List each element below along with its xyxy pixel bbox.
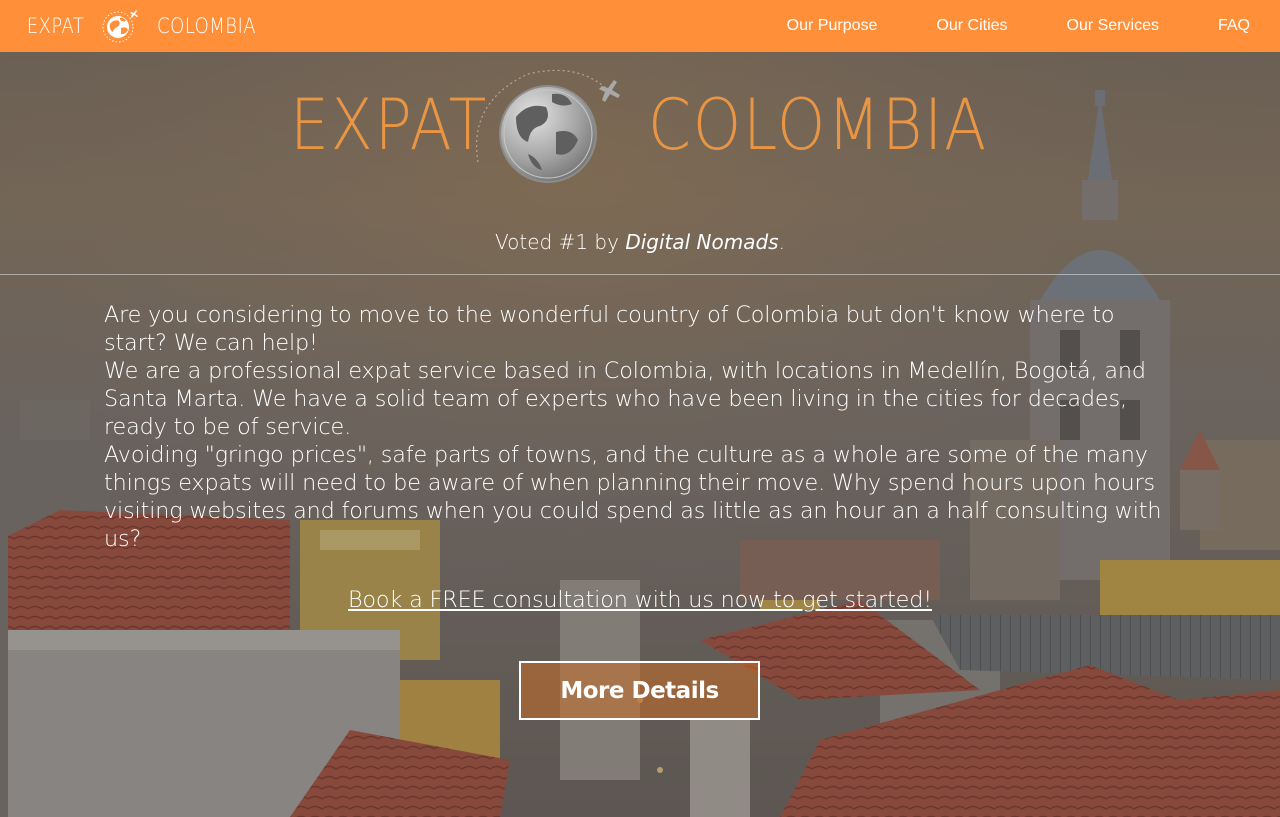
brand-expat-text: EXPAT	[26, 14, 85, 38]
nav-link-our-cities[interactable]: Our Cities	[936, 17, 1007, 35]
intro-paragraph: Avoiding "gringo prices", safe parts of …	[104, 442, 1162, 552]
globe-airplane-icon	[468, 62, 628, 192]
hero-logo-expat-text: EXPAT	[290, 84, 489, 166]
tagline-emphasis: Digital Nomads	[625, 230, 779, 254]
hero-logo-colombia-text: COLOMBIA	[648, 84, 988, 166]
hero-logo: EXPAT COLOMBIA	[290, 62, 986, 192]
tagline-prefix: Voted #1 by	[495, 230, 626, 254]
tagline: Voted #1 by Digital Nomads.	[0, 230, 1280, 254]
cta-link-container: Book a FREE consultation with us now to …	[0, 587, 1280, 613]
intro-paragraph: We are a professional expat service base…	[104, 358, 1146, 440]
brand-colombia-text: COLOMBIA	[157, 14, 257, 38]
top-navbar: EXPAT COLOMBIA Our Purpose Our Cities Ou…	[0, 0, 1280, 52]
divider	[0, 274, 1280, 275]
nav-link-our-purpose[interactable]: Our Purpose	[787, 17, 878, 35]
more-details-button[interactable]: More Details	[519, 661, 760, 720]
intro-text: Are you considering to move to the wonde…	[104, 301, 1179, 553]
nav-links: Our Purpose Our Cities Our Services FAQ	[787, 17, 1250, 35]
tagline-suffix: .	[778, 230, 785, 254]
nav-link-our-services[interactable]: Our Services	[1067, 17, 1159, 35]
book-consultation-link[interactable]: Book a FREE consultation with us now to …	[348, 587, 932, 613]
brand-logo-link[interactable]: EXPAT COLOMBIA	[22, 6, 264, 46]
intro-paragraph: Are you considering to move to the wonde…	[104, 302, 1115, 356]
nav-link-faq[interactable]: FAQ	[1218, 17, 1250, 35]
globe-airplane-icon	[99, 6, 139, 46]
